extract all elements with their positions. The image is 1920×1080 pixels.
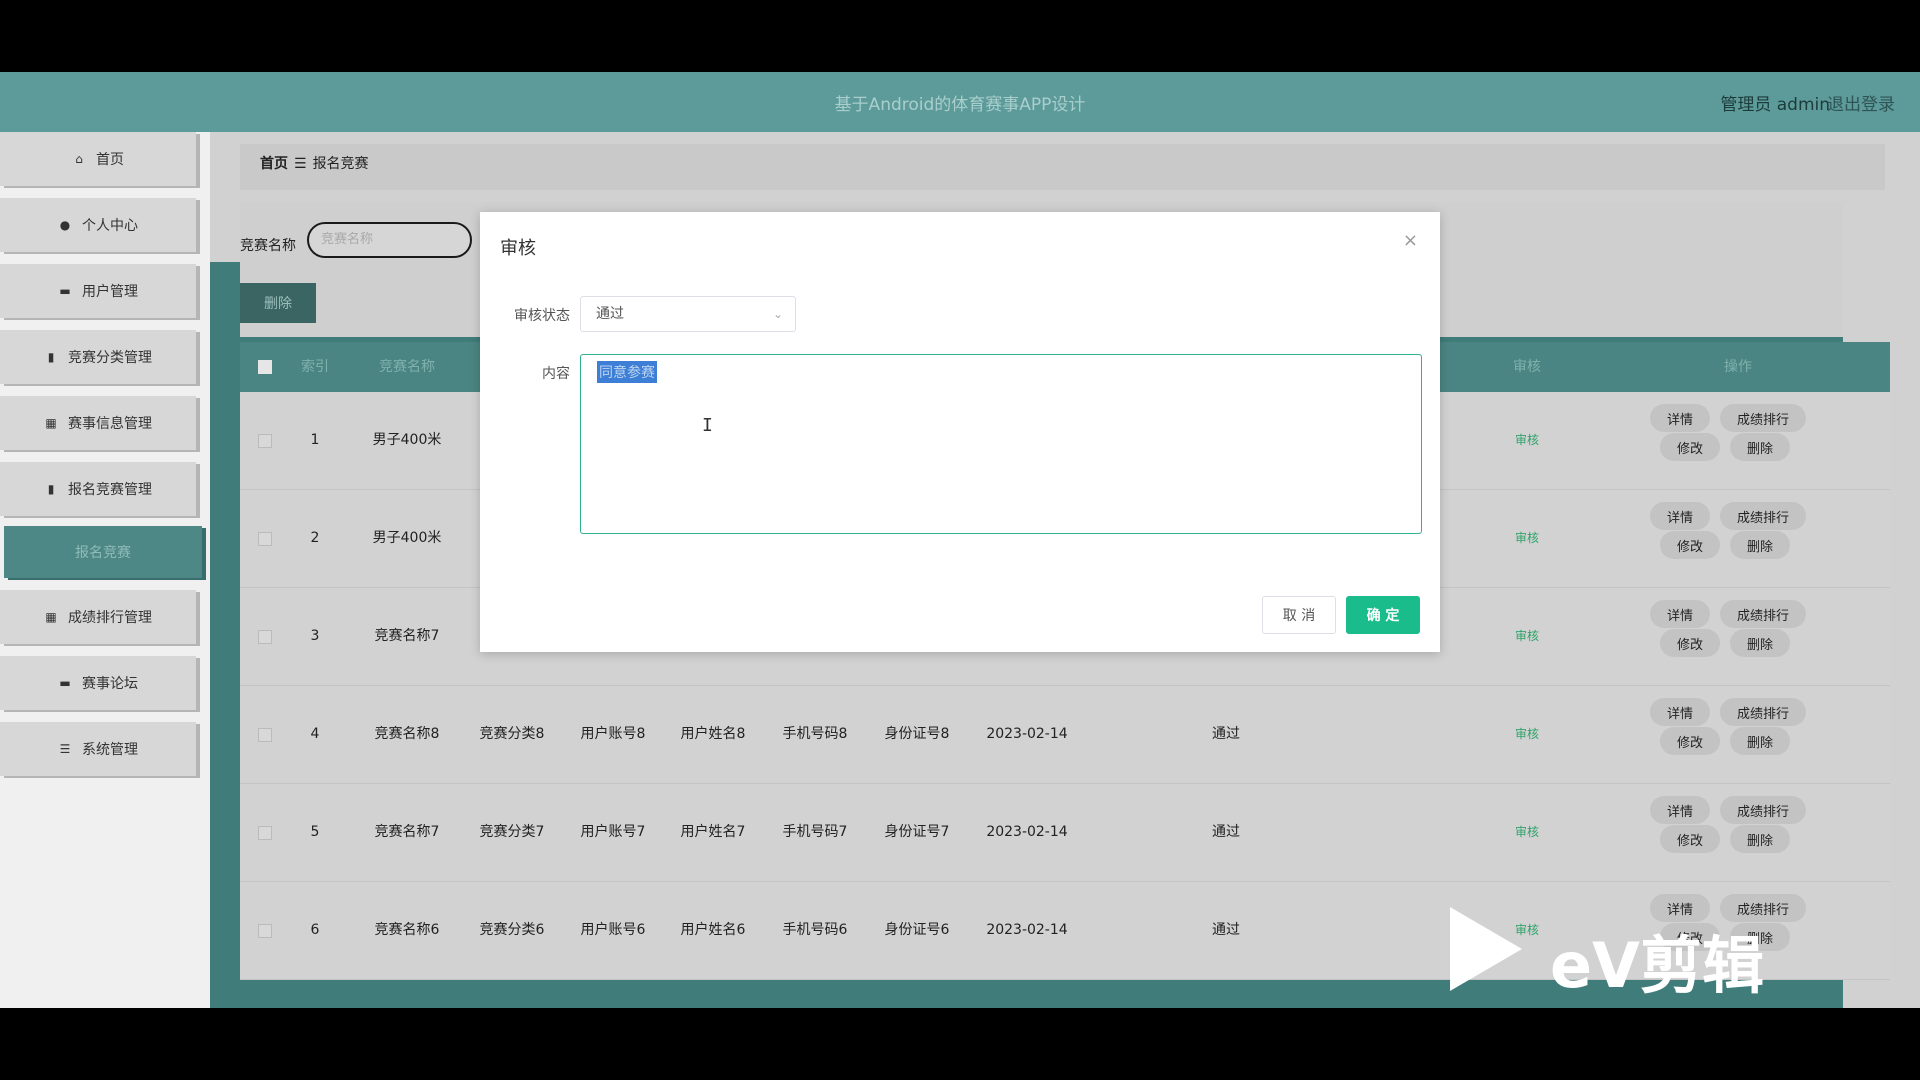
- audit-dialog: 审核 × 审核状态 通过 ⌄ 内容 同意参赛 I 取 消 确 定: [480, 212, 1440, 652]
- content-label: 内容: [542, 366, 570, 382]
- cancel-button[interactable]: 取 消: [1262, 596, 1336, 634]
- ev-watermark: eV剪辑: [1450, 907, 1830, 1002]
- dialog-title: 审核: [500, 238, 536, 259]
- confirm-button[interactable]: 确 定: [1346, 596, 1420, 634]
- status-select[interactable]: 通过 ⌄: [580, 296, 796, 332]
- watermark-text: eV剪辑: [1550, 929, 1765, 1002]
- text-cursor-icon: I: [702, 415, 713, 436]
- chevron-down-icon: ⌄: [772, 307, 783, 321]
- content-text: 同意参赛: [597, 361, 657, 383]
- app-frame: 基于Android的体育赛事APP设计 管理员 admin 退出登录 ⌂ 首页 …: [0, 72, 1920, 1008]
- content-textarea[interactable]: 同意参赛: [580, 354, 1422, 534]
- play-icon: [1450, 907, 1522, 991]
- close-icon[interactable]: ×: [1403, 230, 1418, 251]
- status-label: 审核状态: [514, 308, 570, 324]
- status-select-value: 通过: [596, 306, 624, 322]
